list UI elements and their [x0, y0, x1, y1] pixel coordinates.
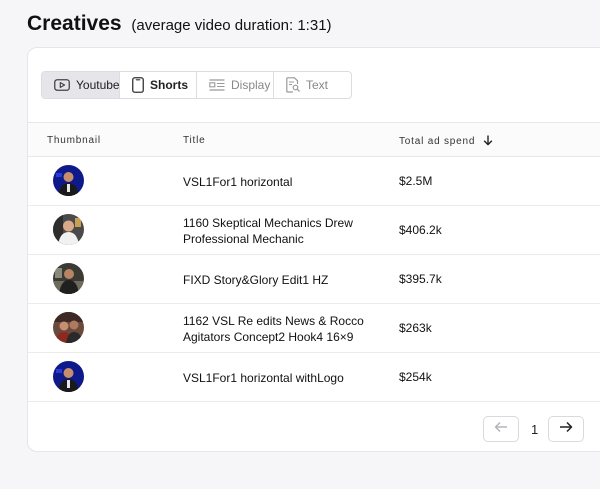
tab-text-label: Text [306, 78, 329, 92]
video-play-icon [54, 79, 70, 91]
table-header: Thumbnail Title Total ad spend [28, 122, 600, 157]
table-row[interactable]: VSL1For1 horizontal withLogo $254k [28, 353, 600, 402]
row-title: FIXD Story&Glory Edit1 HZ [183, 273, 329, 287]
table-row[interactable]: FIXD Story&Glory Edit1 HZ $395.7k [28, 255, 600, 304]
row-title: 1162 VSL Re edits News & Rocco Agitators… [183, 314, 364, 344]
arrow-left-icon [494, 420, 508, 438]
thumbnail-image[interactable] [53, 214, 84, 245]
phone-icon [132, 77, 144, 93]
creatives-card: Youtube Shorts Display Text Thumbnail Ti… [27, 47, 600, 452]
tab-text[interactable]: Text [274, 72, 351, 98]
page-title: Creatives (average video duration: 1:31) [27, 12, 332, 36]
tab-youtube[interactable]: Youtube [42, 72, 120, 98]
row-title: 1160 Skeptical Mechanics Drew Profession… [183, 216, 353, 246]
thumbnail-image[interactable] [53, 165, 84, 196]
column-header-total-ad-spend[interactable]: Total ad spend [399, 135, 493, 149]
tab-youtube-label: Youtube [76, 78, 120, 92]
row-title: VSL1For1 horizontal withLogo [183, 371, 344, 385]
row-title: VSL1For1 horizontal [183, 175, 293, 189]
table-row[interactable]: 1162 VSL Re edits News & Rocco Agitators… [28, 304, 600, 353]
thumbnail-image[interactable] [53, 312, 84, 343]
arrow-down-icon[interactable] [483, 135, 493, 149]
prev-page-button[interactable] [483, 416, 519, 442]
row-spend: $263k [399, 321, 432, 335]
column-header-thumbnail: Thumbnail [47, 135, 101, 146]
row-spend: $254k [399, 370, 432, 384]
tab-shorts-label: Shorts [150, 78, 189, 92]
row-spend: $2.5M [399, 174, 433, 188]
arrow-right-icon [559, 420, 573, 438]
tab-display[interactable]: Display [197, 72, 274, 98]
column-header-total-ad-spend-label: Total ad spend [399, 136, 476, 147]
next-page-button[interactable] [548, 416, 584, 442]
format-tabs: Youtube Shorts Display Text [41, 71, 352, 99]
text-search-icon [286, 77, 300, 93]
tab-shorts[interactable]: Shorts [120, 72, 197, 98]
page-title-text: Creatives [27, 12, 122, 35]
thumbnail-image[interactable] [53, 361, 84, 392]
table-row[interactable]: 1160 Skeptical Mechanics Drew Profession… [28, 206, 600, 255]
tab-display-label: Display [231, 78, 271, 92]
row-spend: $406.2k [399, 223, 442, 237]
thumbnail-image[interactable] [53, 263, 84, 294]
column-header-title[interactable]: Title [183, 135, 206, 146]
table-row[interactable]: VSL1For1 horizontal $2.5M [28, 157, 600, 206]
page-number: 1 [531, 422, 539, 437]
display-layout-icon [209, 79, 225, 91]
page-subtitle: (average video duration: 1:31) [131, 17, 332, 34]
row-spend: $395.7k [399, 272, 442, 286]
